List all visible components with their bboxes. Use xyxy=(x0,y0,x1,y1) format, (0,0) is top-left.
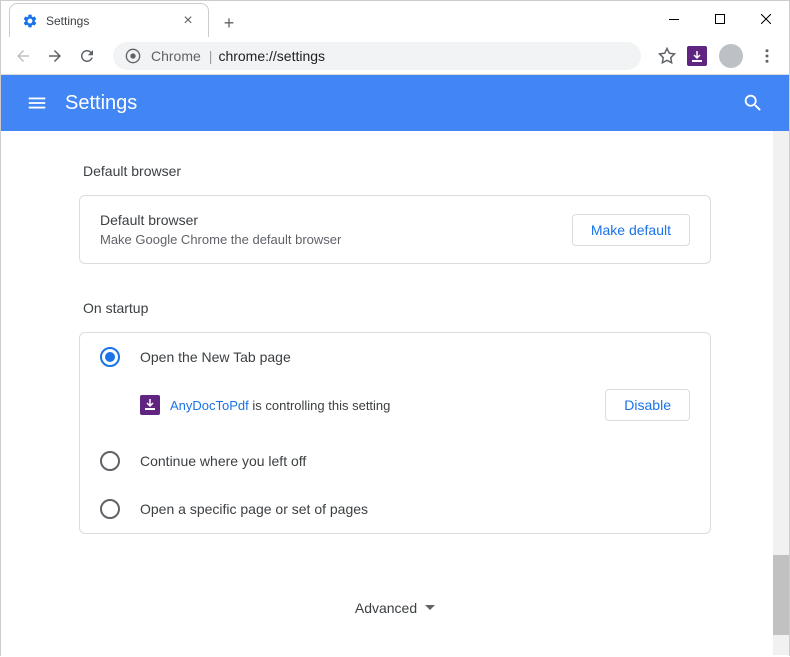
settings-header: Settings xyxy=(1,75,789,131)
advanced-section: Advanced xyxy=(79,570,711,646)
startup-option-new-tab[interactable]: Open the New Tab page xyxy=(80,333,710,381)
menu-dots-icon[interactable] xyxy=(753,42,781,70)
window-controls xyxy=(651,1,789,37)
section-title-default-browser: Default browser xyxy=(83,163,711,179)
radio-selected-icon[interactable] xyxy=(100,347,120,367)
controlled-by-text: AnyDocToPdf is controlling this setting xyxy=(170,398,605,413)
omnibox-prefix: Chrome xyxy=(151,48,201,64)
radio-label: Continue where you left off xyxy=(140,453,306,469)
gear-icon xyxy=(22,13,38,29)
reload-button[interactable] xyxy=(73,42,101,70)
omnibox-separator: | xyxy=(209,48,213,64)
minimize-button[interactable] xyxy=(651,3,697,35)
browser-tab[interactable]: Settings × xyxy=(9,3,209,37)
profile-avatar[interactable] xyxy=(719,44,743,68)
vertical-scrollbar[interactable] xyxy=(773,131,789,655)
maximize-button[interactable] xyxy=(697,3,743,35)
advanced-label: Advanced xyxy=(355,600,417,616)
startup-option-specific-pages[interactable]: Open a specific page or set of pages xyxy=(80,485,710,533)
section-title-on-startup: On startup xyxy=(83,300,711,316)
forward-button[interactable] xyxy=(41,42,69,70)
make-default-button[interactable]: Make default xyxy=(572,214,690,246)
radio-unselected-icon[interactable] xyxy=(100,451,120,471)
extension-icon[interactable] xyxy=(685,44,709,68)
startup-option-continue[interactable]: Continue where you left off xyxy=(80,437,710,485)
page-title: Settings xyxy=(65,92,137,115)
default-browser-sublabel: Make Google Chrome the default browser xyxy=(100,232,572,247)
omnibox-url: chrome://settings xyxy=(218,48,325,64)
back-button[interactable] xyxy=(9,42,37,70)
default-browser-card: Default browser Make Google Chrome the d… xyxy=(79,195,711,264)
extension-link[interactable]: AnyDocToPdf xyxy=(170,398,249,413)
disable-button[interactable]: Disable xyxy=(605,389,690,421)
tab-title: Settings xyxy=(46,14,180,28)
default-browser-label: Default browser xyxy=(100,212,572,228)
new-tab-button[interactable]: + xyxy=(215,9,243,37)
close-icon[interactable]: × xyxy=(180,13,196,29)
address-bar[interactable]: Chrome | chrome://settings xyxy=(113,42,641,70)
scrollbar-thumb[interactable] xyxy=(773,555,789,635)
bookmark-star-icon[interactable] xyxy=(653,42,681,70)
toolbar: Chrome | chrome://settings xyxy=(1,37,789,75)
search-icon[interactable] xyxy=(733,83,773,123)
controlled-by-extension-row: AnyDocToPdf is controlling this setting … xyxy=(80,381,710,437)
radio-label: Open a specific page or set of pages xyxy=(140,501,368,517)
radio-label: Open the New Tab page xyxy=(140,349,291,365)
advanced-toggle-button[interactable]: Advanced xyxy=(355,600,435,616)
hamburger-menu-icon[interactable] xyxy=(17,83,57,123)
pdf-extension-icon xyxy=(140,395,160,415)
titlebar: Settings × + xyxy=(1,1,789,37)
chevron-down-icon xyxy=(425,605,435,611)
settings-content: Default browser Default browser Make Goo… xyxy=(1,131,789,657)
radio-unselected-icon[interactable] xyxy=(100,499,120,519)
close-window-button[interactable] xyxy=(743,3,789,35)
on-startup-card: Open the New Tab page AnyDocToPdf is con… xyxy=(79,332,711,534)
